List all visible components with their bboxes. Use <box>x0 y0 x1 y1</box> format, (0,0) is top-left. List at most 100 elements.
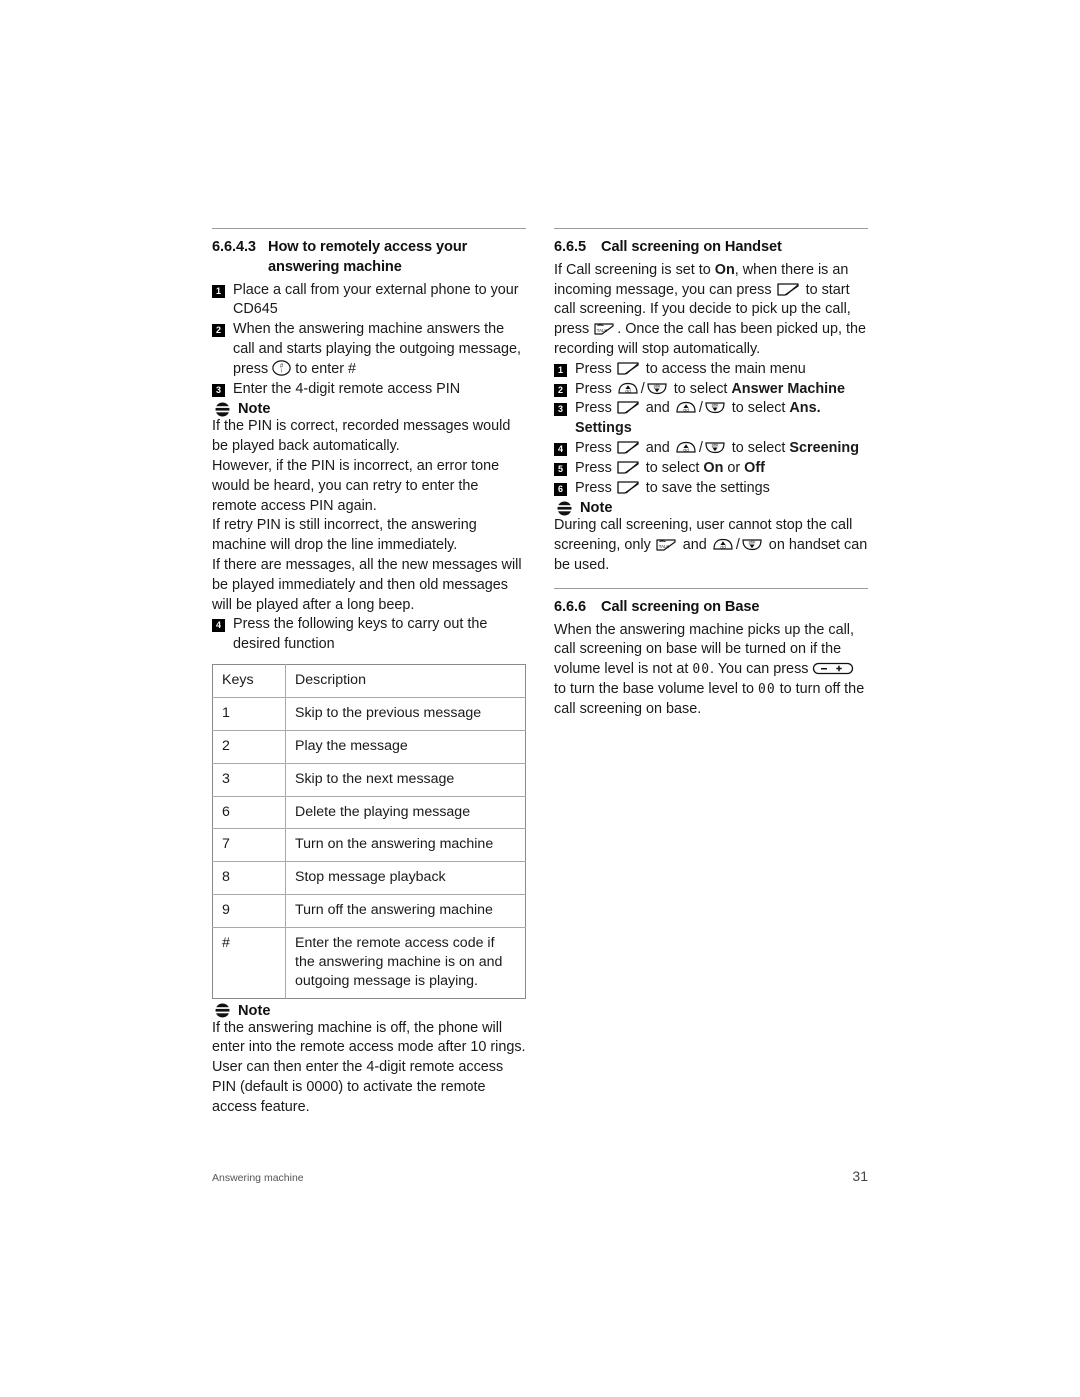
note-title: Note <box>580 500 613 517</box>
section-number: 6.6.4.3 <box>212 239 256 255</box>
note-paragraph: If the PIN is correct, recorded messages… <box>212 418 511 455</box>
step-marker: 3 <box>554 403 567 417</box>
down-pbk-key-icon: pbk <box>740 537 765 552</box>
step-text-b: to select <box>641 459 704 476</box>
step-text: Press to save the settings <box>575 479 868 499</box>
step-item: 4 Press and cid / pbk to select Screening <box>554 439 868 459</box>
step-text-a: Press <box>575 400 616 417</box>
lcd-volume-value: 00 <box>758 682 776 698</box>
table-row: 3 Skip to the next message <box>212 762 526 797</box>
up-cid-key-icon: cid <box>674 400 699 415</box>
table-row: 9 Turn off the answering machine <box>212 894 526 928</box>
step-text-a: Press <box>575 440 616 457</box>
step-item: 2 When the answering machine answers the… <box>212 320 526 379</box>
column-header-keys: Keys <box>212 664 286 698</box>
table-cell-key: 1 <box>212 696 286 731</box>
step-text-b: to select <box>727 440 790 457</box>
note-paragraph: However, if the PIN is incorrect, an err… <box>212 458 500 514</box>
step-bold-on: On <box>703 459 724 476</box>
soft-key-icon <box>616 480 642 495</box>
step-item: 1 Place a call from your external phone … <box>212 281 526 321</box>
step-item: 6 Press to save the settings <box>554 479 868 499</box>
step-marker: 1 <box>212 284 225 298</box>
note-icon <box>215 1003 230 1018</box>
step-bold-label: Answer Machine <box>731 380 845 397</box>
volume-key-icon <box>812 661 854 676</box>
soft-key-icon <box>616 440 642 455</box>
footer-chapter-label: Answering machine <box>212 1172 304 1184</box>
svg-text:TALK: TALK <box>597 328 608 333</box>
body-text-b: . You can press <box>710 661 813 678</box>
step-marker: 2 <box>554 383 567 397</box>
note-title: Note <box>238 401 271 418</box>
note-body: If the PIN is correct, recorded messages… <box>212 417 526 615</box>
note-title: Note <box>238 1002 271 1019</box>
step-text-b: to access the main menu <box>641 360 806 377</box>
hash-key-icon: # i <box>272 360 291 376</box>
table-cell-key: 2 <box>212 729 286 764</box>
soft-key-icon <box>616 460 642 475</box>
table-row: 1 Skip to the previous message <box>212 696 526 731</box>
step-item: 1 Press to access the main menu <box>554 360 868 380</box>
section-title-line2: answering machine <box>268 258 402 275</box>
column-header-description: Description <box>295 672 366 689</box>
step-text: When the answering machine answers the c… <box>233 320 526 379</box>
section-heading-6-6-5: 6.6.5 Call screening on Handset <box>554 238 868 258</box>
table-row: 8 Stop message playback <box>212 861 526 895</box>
table-cell-description: Turn off the answering machine <box>285 894 526 928</box>
step-text: Place a call from your external phone to… <box>233 281 519 318</box>
step-marker: 6 <box>554 482 567 496</box>
soft-key-icon <box>616 400 642 415</box>
step-item: 2 Press cid / pbk to select Answer Machine <box>554 380 868 400</box>
table-cell-key: 7 <box>212 828 286 862</box>
section-number: 6.6.6 <box>554 598 586 615</box>
svg-text:pbk: pbk <box>711 403 719 408</box>
table-cell-description: Play the message <box>285 729 526 764</box>
intro-bold-on: On <box>714 261 735 278</box>
talk-key-icon: TALK <box>655 537 679 552</box>
left-column: 6.6.4.3 How to remotely access your answe… <box>212 228 526 1118</box>
svg-text:pbk: pbk <box>653 383 661 388</box>
note-paragraph: During call screening, user cannot stop … <box>554 516 868 575</box>
svg-text:pbk: pbk <box>748 540 756 545</box>
step-text-b: to select <box>727 400 790 417</box>
two-column-body: 6.6.4.3 How to remotely access your answe… <box>212 228 868 1118</box>
section-heading-6-6-4-3: 6.6.4.3 How to remotely access your answe… <box>212 238 526 278</box>
up-cid-key-icon: cid <box>616 381 641 396</box>
intro-paragraph: If Call screening is set to On, when the… <box>554 261 868 360</box>
page-footer: Answering machine 31 <box>212 1168 868 1184</box>
table-cell-description: Stop message playback <box>285 861 526 895</box>
table-row: 2 Play the message <box>212 729 526 764</box>
up-cid-key-icon: cid <box>674 440 699 455</box>
note-paragraph: If there are messages, all the new messa… <box>212 557 522 613</box>
table-cell-key: 8 <box>212 861 286 895</box>
step-text: Press and cid / pbk to select Ans. Settings <box>575 399 868 439</box>
table-header-row: Keys Description <box>212 664 526 698</box>
step-text: Press cid / pbk to select Answer Machine <box>575 380 868 400</box>
step-text: Press to access the main menu <box>575 360 868 380</box>
step-marker: 1 <box>554 363 567 377</box>
note-paragraph: If the answering machine is off, the pho… <box>212 1019 526 1115</box>
step-item: 4 Press the following keys to carry out … <box>212 615 526 655</box>
down-pbk-key-icon: pbk <box>703 440 728 455</box>
svg-text:i: i <box>281 368 282 374</box>
table-cell-description: Enter the remote access code if the answ… <box>285 927 526 999</box>
step-bold-off: Off <box>744 459 765 476</box>
note-paragraph: If retry PIN is still incorrect, the ans… <box>212 517 477 554</box>
down-pbk-key-icon: pbk <box>703 400 728 415</box>
note-heading: Note <box>215 1003 526 1019</box>
body-text-c: to turn the base volume level to <box>554 681 758 698</box>
section-rule <box>212 228 526 229</box>
table-cell-key: 3 <box>212 762 286 797</box>
section-title-line1: How to remotely access your <box>268 239 468 255</box>
section-heading-6-6-6: 6.6.6 Call screening on Base <box>554 598 868 618</box>
note-text-mid: and <box>678 537 711 554</box>
step-item: 3 Enter the 4-digit remote access PIN <box>212 380 526 400</box>
svg-text:TALK: TALK <box>659 544 670 549</box>
svg-text:cid: cid <box>625 388 631 393</box>
note-heading: Note <box>557 500 868 516</box>
note-icon <box>215 402 230 417</box>
table-cell-description: Skip to the next message <box>285 762 526 797</box>
step-bold-label: Screening <box>789 440 859 457</box>
table-cell-key: 6 <box>212 795 286 829</box>
